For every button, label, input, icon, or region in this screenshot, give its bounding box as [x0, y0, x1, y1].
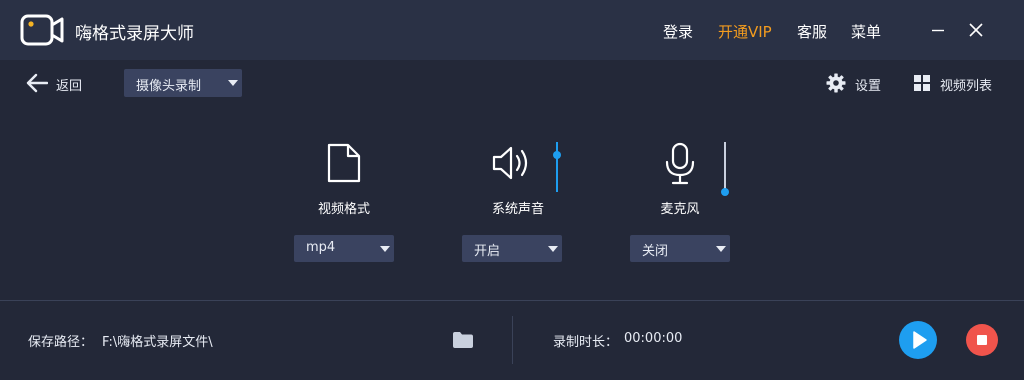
file-icon [327, 143, 361, 183]
chevron-down-icon [548, 246, 558, 252]
gear-icon [826, 73, 846, 93]
record-mode-value: 摄像头录制 [136, 79, 202, 94]
back-label: 返回 [56, 79, 83, 94]
slider-track [724, 142, 726, 192]
microphone-icon [665, 142, 695, 185]
back-button[interactable]: 返回 [26, 72, 96, 94]
system-volume-slider[interactable] [552, 142, 562, 192]
microphone-select[interactable]: 关闭 [630, 235, 730, 262]
system-sound-select[interactable]: 开启 [462, 235, 562, 262]
settings-button[interactable]: 设置 [826, 72, 890, 94]
stop-icon [977, 335, 987, 345]
duration-value: 00:00:00 [624, 331, 683, 346]
video-list-button[interactable]: 视频列表 [913, 72, 1003, 94]
save-path-value: F:\嗨格式录屏文件\ [102, 335, 213, 350]
settings-label: 设置 [855, 79, 882, 94]
video-list-label: 视频列表 [940, 79, 993, 94]
system-sound-label: 系统声音 [491, 202, 544, 217]
minimize-icon[interactable] [926, 18, 950, 42]
chevron-down-icon [716, 246, 726, 252]
start-record-button[interactable] [899, 321, 937, 359]
chevron-down-icon [380, 246, 390, 252]
login-link[interactable]: 登录 [663, 21, 693, 42]
arrow-left-icon [26, 73, 48, 93]
slider-handle[interactable] [553, 151, 561, 159]
folder-icon[interactable] [452, 331, 474, 349]
microphone-label: 麦克风 [660, 202, 700, 217]
record-mode-select[interactable]: 摄像头录制 [124, 69, 242, 97]
vip-link[interactable]: 开通VIP [718, 21, 772, 42]
system-sound-value: 开启 [474, 244, 501, 259]
stop-record-button[interactable] [966, 324, 998, 356]
app-title: 嗨格式录屏大师 [75, 24, 194, 44]
video-format-select[interactable]: mp4 [294, 235, 394, 262]
grid-icon [914, 75, 930, 91]
app-logo-icon [20, 14, 64, 46]
chevron-down-icon [228, 80, 238, 86]
slider-fill [556, 142, 558, 192]
save-path-label: 保存路径： [28, 335, 94, 350]
speaker-icon [492, 146, 528, 180]
title-bar: 嗨格式录屏大师 登录 开通VIP 客服 菜单 [0, 0, 1024, 60]
support-link[interactable]: 客服 [797, 21, 827, 42]
duration-label: 录制时长： [553, 335, 619, 350]
slider-handle[interactable] [721, 188, 729, 196]
footer-separator [512, 316, 513, 364]
microphone-value: 关闭 [642, 244, 669, 259]
play-icon [913, 331, 927, 349]
close-icon[interactable] [964, 18, 988, 42]
video-format-label: 视频格式 [317, 202, 370, 217]
video-format-value: mp4 [306, 240, 336, 255]
menu-link[interactable]: 菜单 [851, 21, 881, 42]
microphone-volume-slider[interactable] [720, 142, 730, 196]
